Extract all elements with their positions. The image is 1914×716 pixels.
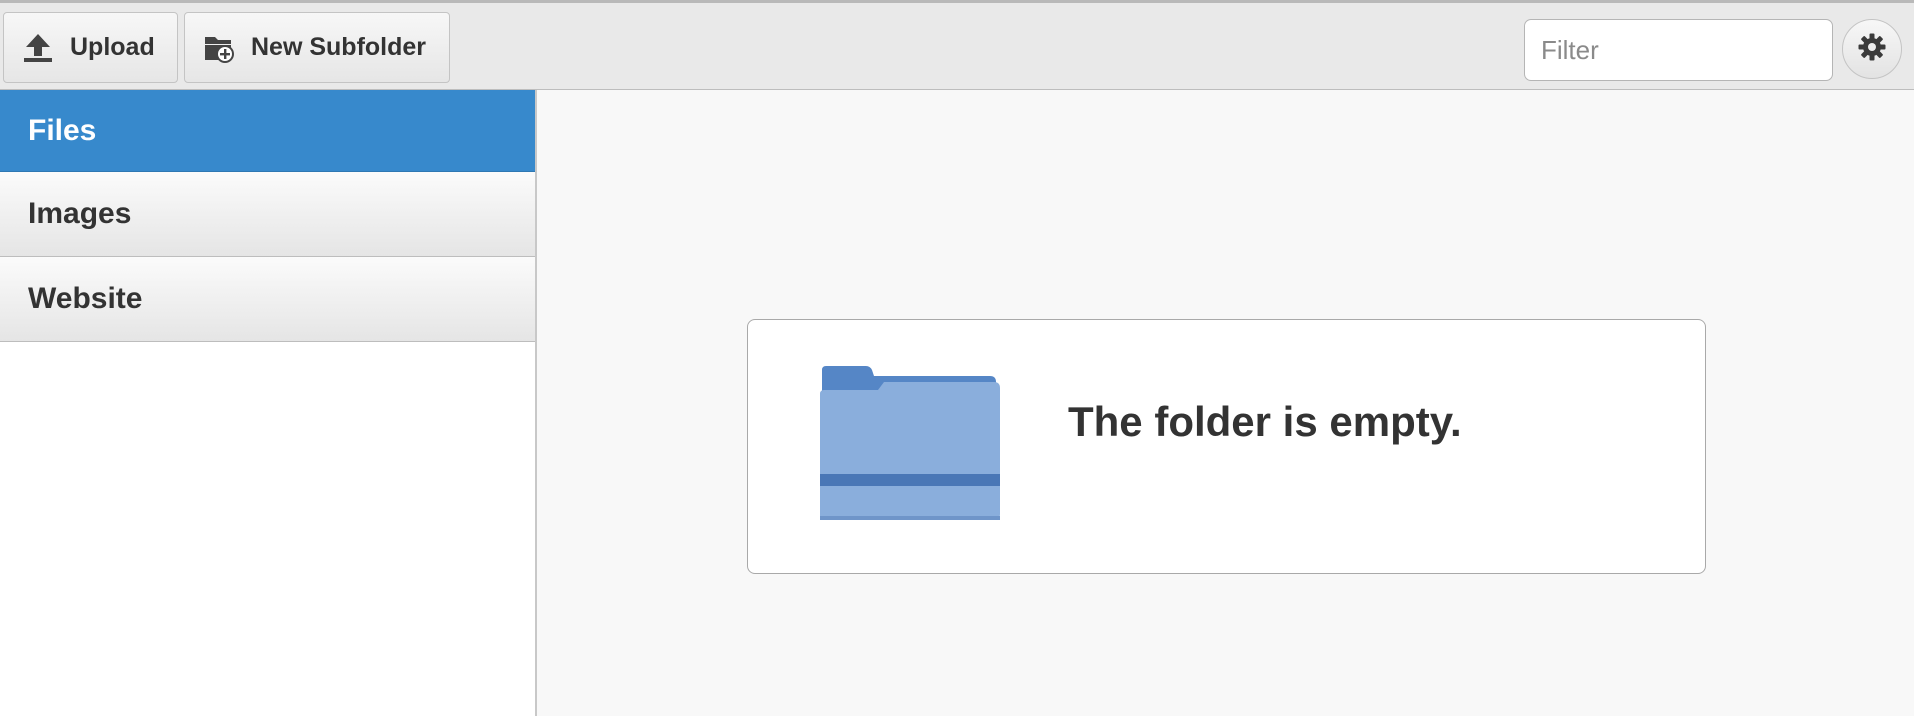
settings-button[interactable]	[1842, 19, 1902, 79]
upload-button[interactable]: Upload	[3, 12, 178, 83]
toolbar: Upload New Subfolder	[0, 0, 1914, 90]
sidebar-item-website[interactable]: Website	[0, 257, 535, 342]
new-subfolder-button-label: New Subfolder	[251, 33, 427, 61]
sidebar-item-label: Files	[28, 113, 97, 147]
sidebar-item-label: Images	[28, 197, 132, 230]
sidebar-item-images[interactable]: Images	[0, 172, 535, 257]
upload-button-label: Upload	[70, 33, 155, 61]
filter-input[interactable]	[1524, 19, 1833, 81]
sidebar-item-label: Website	[28, 282, 143, 315]
new-subfolder-button[interactable]: New Subfolder	[184, 12, 450, 83]
empty-folder-panel: The folder is empty.	[747, 319, 1706, 574]
main-content: The folder is empty.	[537, 90, 1914, 716]
folder-icon	[814, 364, 1002, 524]
folder-add-icon	[203, 32, 235, 64]
sidebar: Files Images Website	[0, 90, 537, 716]
sidebar-item-files[interactable]: Files	[0, 90, 535, 172]
gear-icon	[1857, 32, 1887, 67]
upload-arrow-icon	[22, 32, 54, 64]
empty-folder-message: The folder is empty.	[1068, 398, 1462, 445]
